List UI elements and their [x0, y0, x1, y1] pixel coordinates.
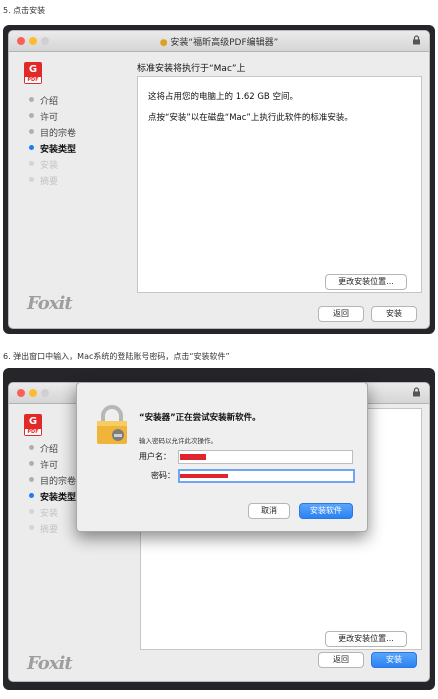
redaction-mark — [180, 454, 206, 460]
close-button[interactable] — [17, 389, 25, 397]
install-steps: 介绍 许可 目的宗卷 安装类型 安装 摘要 — [27, 94, 76, 190]
step-label: 许可 — [40, 461, 59, 471]
change-location-button[interactable]: 更改安装位置... — [325, 631, 407, 647]
step-item: 目的宗卷 — [27, 474, 76, 490]
bullet-icon — [29, 113, 34, 118]
padlock-icon — [97, 405, 127, 444]
space-info: 这将占用您的电脑上的 1.62 GB 空间。 — [148, 92, 298, 102]
change-location-button[interactable]: 更改安装位置... — [325, 274, 407, 290]
install-button[interactable]: 安装 — [371, 306, 417, 322]
installer-window: ● 安装“福昕高级PDF编辑器” G PDF 介绍 许可 目的宗卷 安装类型 安… — [8, 30, 430, 329]
lock-icon — [413, 35, 420, 45]
password-field[interactable] — [178, 469, 355, 483]
bullet-icon — [29, 161, 34, 166]
logo-sub: PDF — [25, 429, 41, 435]
dialog-subtitle: 输入密码以允许此次操作。 — [139, 437, 217, 445]
password-label: 密码： — [151, 471, 175, 480]
step-label: 安装类型 — [40, 145, 77, 155]
bullet-icon — [29, 97, 34, 102]
username-field[interactable] — [178, 450, 353, 464]
back-button[interactable]: 返回 — [318, 306, 364, 322]
step-label: 目的宗卷 — [40, 129, 77, 139]
install-software-button[interactable]: 安装软件 — [299, 503, 353, 519]
dialog-title: “安装器”正在尝试安装新软件。 — [139, 413, 261, 423]
step5-caption: 5. 点击安装 — [3, 6, 46, 15]
logo-letter: G — [28, 416, 38, 427]
step-label: 摘要 — [40, 177, 59, 187]
step-label: 安装 — [40, 509, 59, 519]
step-item-active: 安装类型 — [27, 490, 76, 506]
bullet-icon — [29, 525, 34, 530]
username-label: 用户名： — [139, 452, 171, 461]
bullet-icon — [29, 477, 34, 482]
step6-screenshot: G PDF 介绍 许可 目的宗卷 安装类型 安装 摘要 Foxit 更改安装位置… — [3, 368, 435, 690]
step-label: 安装 — [40, 161, 59, 171]
install-info: 点按“安装”以在磁盘“Mac”上执行此软件的标准安装。 — [148, 113, 353, 123]
bullet-icon — [29, 145, 34, 150]
sidebar: G PDF 介绍 许可 目的宗卷 安装类型 安装 摘要 Foxit — [9, 52, 137, 328]
lock-icon — [413, 387, 420, 397]
step-label: 摘要 — [40, 525, 59, 535]
step6-caption: 6. 弹出窗口中输入，Mac系统的登陆账号密码，点击“安装软件” — [3, 352, 230, 361]
install-steps: 介绍 许可 目的宗卷 安装类型 安装 摘要 — [27, 442, 76, 538]
step-item: 介绍 — [27, 442, 76, 458]
bullet-icon — [29, 461, 34, 466]
foxit-logo: Foxit — [27, 293, 73, 314]
content-panel: 这将占用您的电脑上的 1.62 GB 空间。 点按“安装”以在磁盘“Mac”上执… — [137, 76, 422, 293]
step-label: 介绍 — [40, 445, 59, 455]
foxit-logo: Foxit — [27, 653, 73, 674]
step-item: 介绍 — [27, 94, 76, 110]
window-title: ● 安装“福昕高级PDF编辑器” — [9, 35, 429, 48]
redaction-mark — [180, 474, 228, 478]
step5-screenshot: ● 安装“福昕高级PDF编辑器” G PDF 介绍 许可 目的宗卷 安装类型 安… — [3, 25, 435, 334]
logo-sub: PDF — [25, 77, 41, 83]
step-label: 许可 — [40, 113, 59, 123]
back-button[interactable]: 返回 — [318, 652, 364, 668]
cancel-button[interactable]: 取消 — [248, 503, 290, 519]
zoom-button[interactable] — [41, 389, 49, 397]
step-item: 许可 — [27, 110, 76, 126]
foxit-pdf-icon: G PDF — [24, 414, 42, 436]
window-title-text: 安装“福昕高级PDF编辑器” — [170, 38, 279, 48]
bullet-icon — [29, 509, 34, 514]
foxit-pdf-icon: G PDF — [24, 62, 42, 84]
step-item: 摘要 — [27, 522, 76, 538]
step-label: 介绍 — [40, 97, 59, 107]
minimize-button[interactable] — [29, 389, 37, 397]
step-item: 安装 — [27, 506, 76, 522]
install-button[interactable]: 安装 — [371, 652, 417, 668]
step-item-active: 安装类型 — [27, 142, 76, 158]
step-item: 许可 — [27, 458, 76, 474]
step-item: 安装 — [27, 158, 76, 174]
step-item: 目的宗卷 — [27, 126, 76, 142]
bullet-icon — [29, 129, 34, 134]
step-label: 安装类型 — [40, 493, 77, 503]
logo-letter: G — [28, 64, 38, 75]
install-heading: 标准安装将执行于“Mac”上 — [137, 64, 246, 74]
step-item: 摘要 — [27, 174, 76, 190]
bullet-icon — [29, 493, 34, 498]
package-icon: ● — [159, 38, 168, 48]
title-bar[interactable]: ● 安装“福昕高级PDF编辑器” — [9, 31, 429, 52]
bullet-icon — [29, 445, 34, 450]
step-label: 目的宗卷 — [40, 477, 77, 487]
auth-dialog: “安装器”正在尝试安装新软件。 输入密码以允许此次操作。 用户名： 密码： 取消… — [76, 382, 368, 532]
bullet-icon — [29, 177, 34, 182]
